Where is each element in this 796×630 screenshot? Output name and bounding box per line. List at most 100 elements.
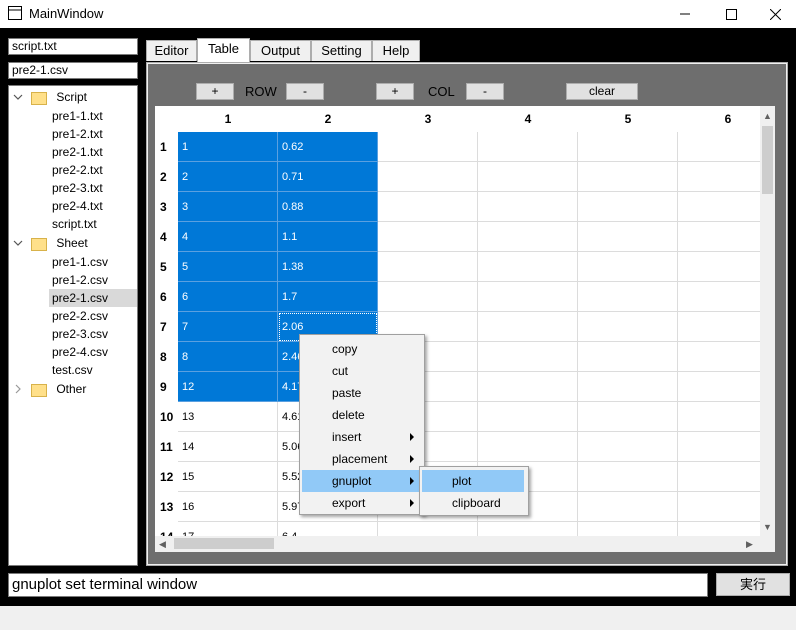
tree-item[interactable]: test.csv (52, 361, 93, 379)
run-button[interactable]: 実行 (716, 573, 790, 596)
table-cell[interactable] (378, 222, 478, 252)
table-cell[interactable]: 0.62 (278, 132, 378, 162)
tree-item[interactable]: pre1-1.txt (52, 107, 103, 125)
tree-item[interactable]: pre1-2.csv (52, 271, 108, 289)
column-header[interactable]: 1 (178, 106, 278, 132)
tree-folder-script[interactable]: Script (31, 88, 87, 106)
clear-button[interactable]: clear (566, 83, 638, 100)
tree-item[interactable]: pre1-1.csv (52, 253, 108, 271)
column-header[interactable]: 2 (278, 106, 378, 132)
tab-help[interactable]: Help (372, 40, 420, 61)
row-header[interactable]: 4 (155, 222, 178, 252)
table-cell[interactable]: 4 (178, 222, 278, 252)
table-cell[interactable]: 13 (178, 402, 278, 432)
table-cell[interactable]: 14 (178, 432, 278, 462)
scroll-up-icon[interactable]: ▲ (763, 111, 772, 121)
column-header[interactable]: 4 (478, 106, 578, 132)
tree-item[interactable]: pre2-3.csv (52, 325, 108, 343)
table-cell[interactable] (378, 192, 478, 222)
sheet-file-field[interactable]: pre2-1.csv (8, 62, 138, 79)
tree-item[interactable]: pre2-4.txt (52, 197, 103, 215)
table-cell[interactable] (378, 252, 478, 282)
row-header[interactable]: 11 (155, 432, 178, 462)
table-cell[interactable] (478, 432, 578, 462)
table-cell[interactable] (578, 222, 678, 252)
tree-item[interactable]: pre2-2.csv (52, 307, 108, 325)
chevron-down-icon[interactable] (13, 238, 23, 248)
table-cell[interactable] (478, 372, 578, 402)
menu-item-delete[interactable]: delete (302, 404, 422, 426)
table-cell[interactable]: 2 (178, 162, 278, 192)
row-header[interactable]: 2 (155, 162, 178, 192)
vertical-scrollbar-thumb[interactable] (762, 126, 773, 194)
table-cell[interactable] (578, 192, 678, 222)
table-cell[interactable] (478, 402, 578, 432)
submenu-item-clipboard[interactable]: clipboard (422, 492, 524, 514)
menu-item-export[interactable]: export (302, 492, 422, 514)
remove-col-button[interactable]: - (466, 83, 504, 100)
table-cell[interactable]: 1.1 (278, 222, 378, 252)
table-cell[interactable] (478, 192, 578, 222)
table-cell[interactable]: 1 (178, 132, 278, 162)
table-cell[interactable]: 1.7 (278, 282, 378, 312)
tree-item[interactable]: pre2-4.csv (52, 343, 108, 361)
script-file-field[interactable]: script.txt (8, 38, 138, 55)
table-cell[interactable] (478, 252, 578, 282)
table-cell[interactable] (478, 312, 578, 342)
tab-setting[interactable]: Setting (311, 40, 372, 61)
table-cell[interactable] (578, 402, 678, 432)
table-cell[interactable] (478, 162, 578, 192)
table-cell[interactable] (478, 342, 578, 372)
table-cell[interactable] (578, 162, 678, 192)
table-cell[interactable] (378, 282, 478, 312)
menu-item-cut[interactable]: cut (302, 360, 422, 382)
table-cell[interactable]: 7 (178, 312, 278, 342)
scroll-left-icon[interactable]: ◀ (159, 539, 166, 549)
table-cell[interactable] (478, 282, 578, 312)
menu-item-paste[interactable]: paste (302, 382, 422, 404)
table-cell[interactable] (578, 492, 678, 522)
table-cell[interactable] (378, 162, 478, 192)
table-cell[interactable]: 5 (178, 252, 278, 282)
tree-folder-sheet[interactable]: Sheet (31, 234, 88, 252)
table-cell[interactable]: 16 (178, 492, 278, 522)
table-cell[interactable]: 6 (178, 282, 278, 312)
table-cell[interactable] (578, 252, 678, 282)
add-row-button[interactable]: + (196, 83, 234, 100)
table-cell[interactable]: 3 (178, 192, 278, 222)
submenu-item-plot[interactable]: plot (422, 470, 524, 492)
table-cell[interactable] (578, 372, 678, 402)
file-tree[interactable]: Script pre1-1.txt pre1-2.txt pre2-1.txt … (8, 85, 138, 566)
table-cell[interactable]: 0.71 (278, 162, 378, 192)
tree-folder-other[interactable]: Other (31, 380, 86, 398)
table-cell[interactable] (578, 132, 678, 162)
table-cell[interactable] (478, 132, 578, 162)
row-header[interactable]: 7 (155, 312, 178, 342)
table-cell[interactable] (578, 342, 678, 372)
chevron-right-icon[interactable] (13, 384, 23, 394)
tree-item[interactable]: script.txt (52, 215, 97, 233)
close-button[interactable] (752, 0, 796, 28)
table-cell[interactable]: 12 (178, 372, 278, 402)
minimize-button[interactable] (662, 0, 708, 28)
scroll-down-icon[interactable]: ▼ (763, 522, 772, 532)
column-header[interactable]: 3 (378, 106, 478, 132)
tree-item[interactable]: pre2-3.txt (52, 179, 103, 197)
menu-item-placement[interactable]: placement (302, 448, 422, 470)
table-cell[interactable] (578, 282, 678, 312)
row-header[interactable]: 3 (155, 192, 178, 222)
table-cell[interactable]: 0.88 (278, 192, 378, 222)
menu-item-copy[interactable]: copy (302, 338, 422, 360)
row-header[interactable]: 8 (155, 342, 178, 372)
tab-table[interactable]: Table (197, 38, 250, 62)
remove-row-button[interactable]: - (286, 83, 324, 100)
table-cell[interactable]: 1.38 (278, 252, 378, 282)
tab-output[interactable]: Output (250, 40, 311, 61)
tree-item-selected[interactable]: pre2-1.csv (49, 289, 137, 307)
chevron-down-icon[interactable] (13, 92, 23, 102)
table-cell[interactable]: 8 (178, 342, 278, 372)
row-header[interactable]: 5 (155, 252, 178, 282)
maximize-button[interactable] (708, 0, 754, 28)
row-header[interactable]: 9 (155, 372, 178, 402)
table-cell[interactable] (578, 312, 678, 342)
